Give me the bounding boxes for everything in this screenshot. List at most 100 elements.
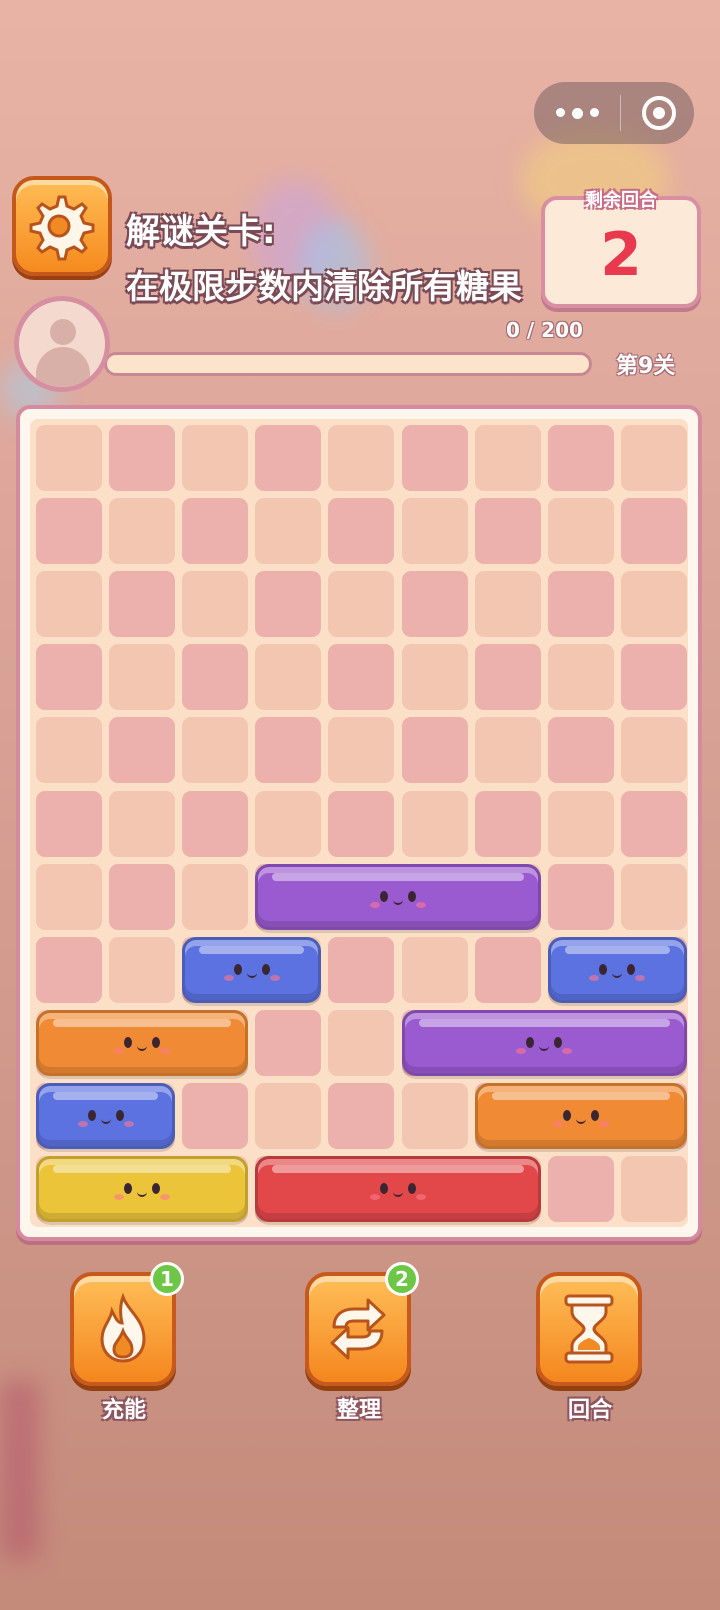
board-cell bbox=[328, 717, 395, 784]
board-cell bbox=[109, 571, 176, 638]
charge-count-badge: 1 bbox=[150, 1262, 184, 1296]
shuffle-arrows-icon bbox=[330, 1298, 386, 1360]
board-cell bbox=[620, 1156, 687, 1222]
board-cell bbox=[547, 425, 614, 491]
target-circle-icon[interactable] bbox=[642, 96, 676, 130]
board-cell bbox=[182, 498, 249, 565]
board-cell bbox=[474, 644, 541, 711]
board-cell bbox=[109, 644, 176, 711]
board-cell bbox=[255, 1009, 322, 1076]
board-cell bbox=[36, 644, 102, 711]
gear-icon bbox=[29, 195, 95, 261]
shuffle-count-badge: 2 bbox=[385, 1262, 419, 1296]
candy-block-purple[interactable] bbox=[401, 1009, 687, 1076]
board-cell bbox=[401, 936, 468, 1003]
board-cell bbox=[474, 498, 541, 565]
board-grid bbox=[30, 419, 688, 1227]
board-cell bbox=[474, 790, 541, 857]
candy-block-purple[interactable] bbox=[255, 863, 541, 930]
board-cell bbox=[255, 425, 322, 491]
candy-block-blue[interactable] bbox=[547, 936, 687, 1003]
board-cell bbox=[182, 863, 249, 930]
board-cell bbox=[109, 863, 176, 930]
board-cell bbox=[620, 863, 687, 930]
board-cell bbox=[182, 644, 249, 711]
candy-block-blue[interactable] bbox=[36, 1082, 176, 1149]
board-cell bbox=[255, 571, 322, 638]
board-cell bbox=[474, 936, 541, 1003]
board-cell bbox=[474, 425, 541, 491]
smile-face-icon bbox=[223, 963, 280, 984]
score-progress-text: 0 / 200 bbox=[506, 318, 583, 342]
board-cell bbox=[182, 717, 249, 784]
extra-round-label: 回合 bbox=[567, 1398, 612, 1423]
capsule-divider bbox=[620, 95, 621, 131]
board-cell bbox=[36, 498, 102, 565]
board-cell bbox=[547, 717, 614, 784]
avatar-head-icon bbox=[50, 319, 76, 345]
board-cell bbox=[620, 498, 687, 565]
board-cell bbox=[36, 936, 102, 1003]
board-cell bbox=[547, 644, 614, 711]
board-cell bbox=[255, 790, 322, 857]
candy-block-red[interactable] bbox=[255, 1156, 541, 1222]
tool-charge[interactable]: 1 bbox=[70, 1262, 184, 1388]
candy-block-orange[interactable] bbox=[474, 1082, 687, 1149]
board-cell bbox=[255, 1082, 322, 1149]
board-cell bbox=[182, 425, 249, 491]
board-cell bbox=[109, 936, 176, 1003]
smile-face-icon bbox=[552, 1109, 609, 1130]
board-cell bbox=[620, 644, 687, 711]
flame-icon bbox=[100, 1293, 146, 1363]
remaining-rounds-value: 2 bbox=[600, 220, 642, 290]
remaining-rounds-panel: 剩余回合 2 bbox=[541, 190, 701, 308]
board-cell bbox=[182, 1082, 249, 1149]
more-dots-icon[interactable] bbox=[556, 107, 599, 119]
board-cell bbox=[255, 717, 322, 784]
smile-face-icon bbox=[516, 1036, 573, 1057]
smile-face-icon bbox=[369, 890, 426, 911]
tool-shuffle[interactable]: 2 bbox=[305, 1262, 419, 1388]
board-cell bbox=[547, 863, 614, 930]
board-cell bbox=[328, 498, 395, 565]
board-cell bbox=[401, 717, 468, 784]
smile-face-icon bbox=[369, 1183, 426, 1203]
avatar[interactable] bbox=[14, 296, 110, 392]
score-progress-bar bbox=[104, 352, 592, 376]
board-cell bbox=[620, 717, 687, 784]
board-cell bbox=[328, 425, 395, 491]
mini-program-capsule bbox=[534, 82, 694, 144]
board-cell bbox=[401, 644, 468, 711]
settings-button[interactable] bbox=[12, 176, 112, 276]
level-type-title: 解谜关卡: bbox=[126, 212, 276, 252]
board-cell bbox=[36, 790, 102, 857]
candy-block-orange[interactable] bbox=[36, 1009, 249, 1076]
board-cell bbox=[182, 790, 249, 857]
board-cell bbox=[109, 425, 176, 491]
tool-extra-round[interactable] bbox=[536, 1272, 644, 1388]
board-cell bbox=[36, 571, 102, 638]
board-cell bbox=[401, 498, 468, 565]
hourglass-icon bbox=[564, 1294, 614, 1364]
board-cell bbox=[328, 1009, 395, 1076]
extra-round-button[interactable] bbox=[536, 1272, 642, 1386]
smile-face-icon bbox=[114, 1183, 171, 1203]
board-cell bbox=[36, 863, 102, 930]
board-cell bbox=[620, 425, 687, 491]
smile-face-icon bbox=[77, 1109, 134, 1130]
board-cell bbox=[255, 498, 322, 565]
board-cell bbox=[474, 717, 541, 784]
board-cell bbox=[109, 790, 176, 857]
candy-block-yellow[interactable] bbox=[36, 1156, 249, 1222]
background-shelf bbox=[0, 1380, 40, 1560]
candy-block-blue[interactable] bbox=[182, 936, 322, 1003]
level-goal-text: 在极限步数内清除所有糖果 bbox=[126, 267, 522, 306]
board-cell bbox=[36, 425, 102, 491]
smile-face-icon bbox=[589, 963, 646, 984]
board-cell bbox=[401, 1082, 468, 1149]
board-cell bbox=[328, 571, 395, 638]
board-cell bbox=[547, 790, 614, 857]
board-cell bbox=[182, 571, 249, 638]
board-cell bbox=[474, 571, 541, 638]
board-cell bbox=[328, 790, 395, 857]
